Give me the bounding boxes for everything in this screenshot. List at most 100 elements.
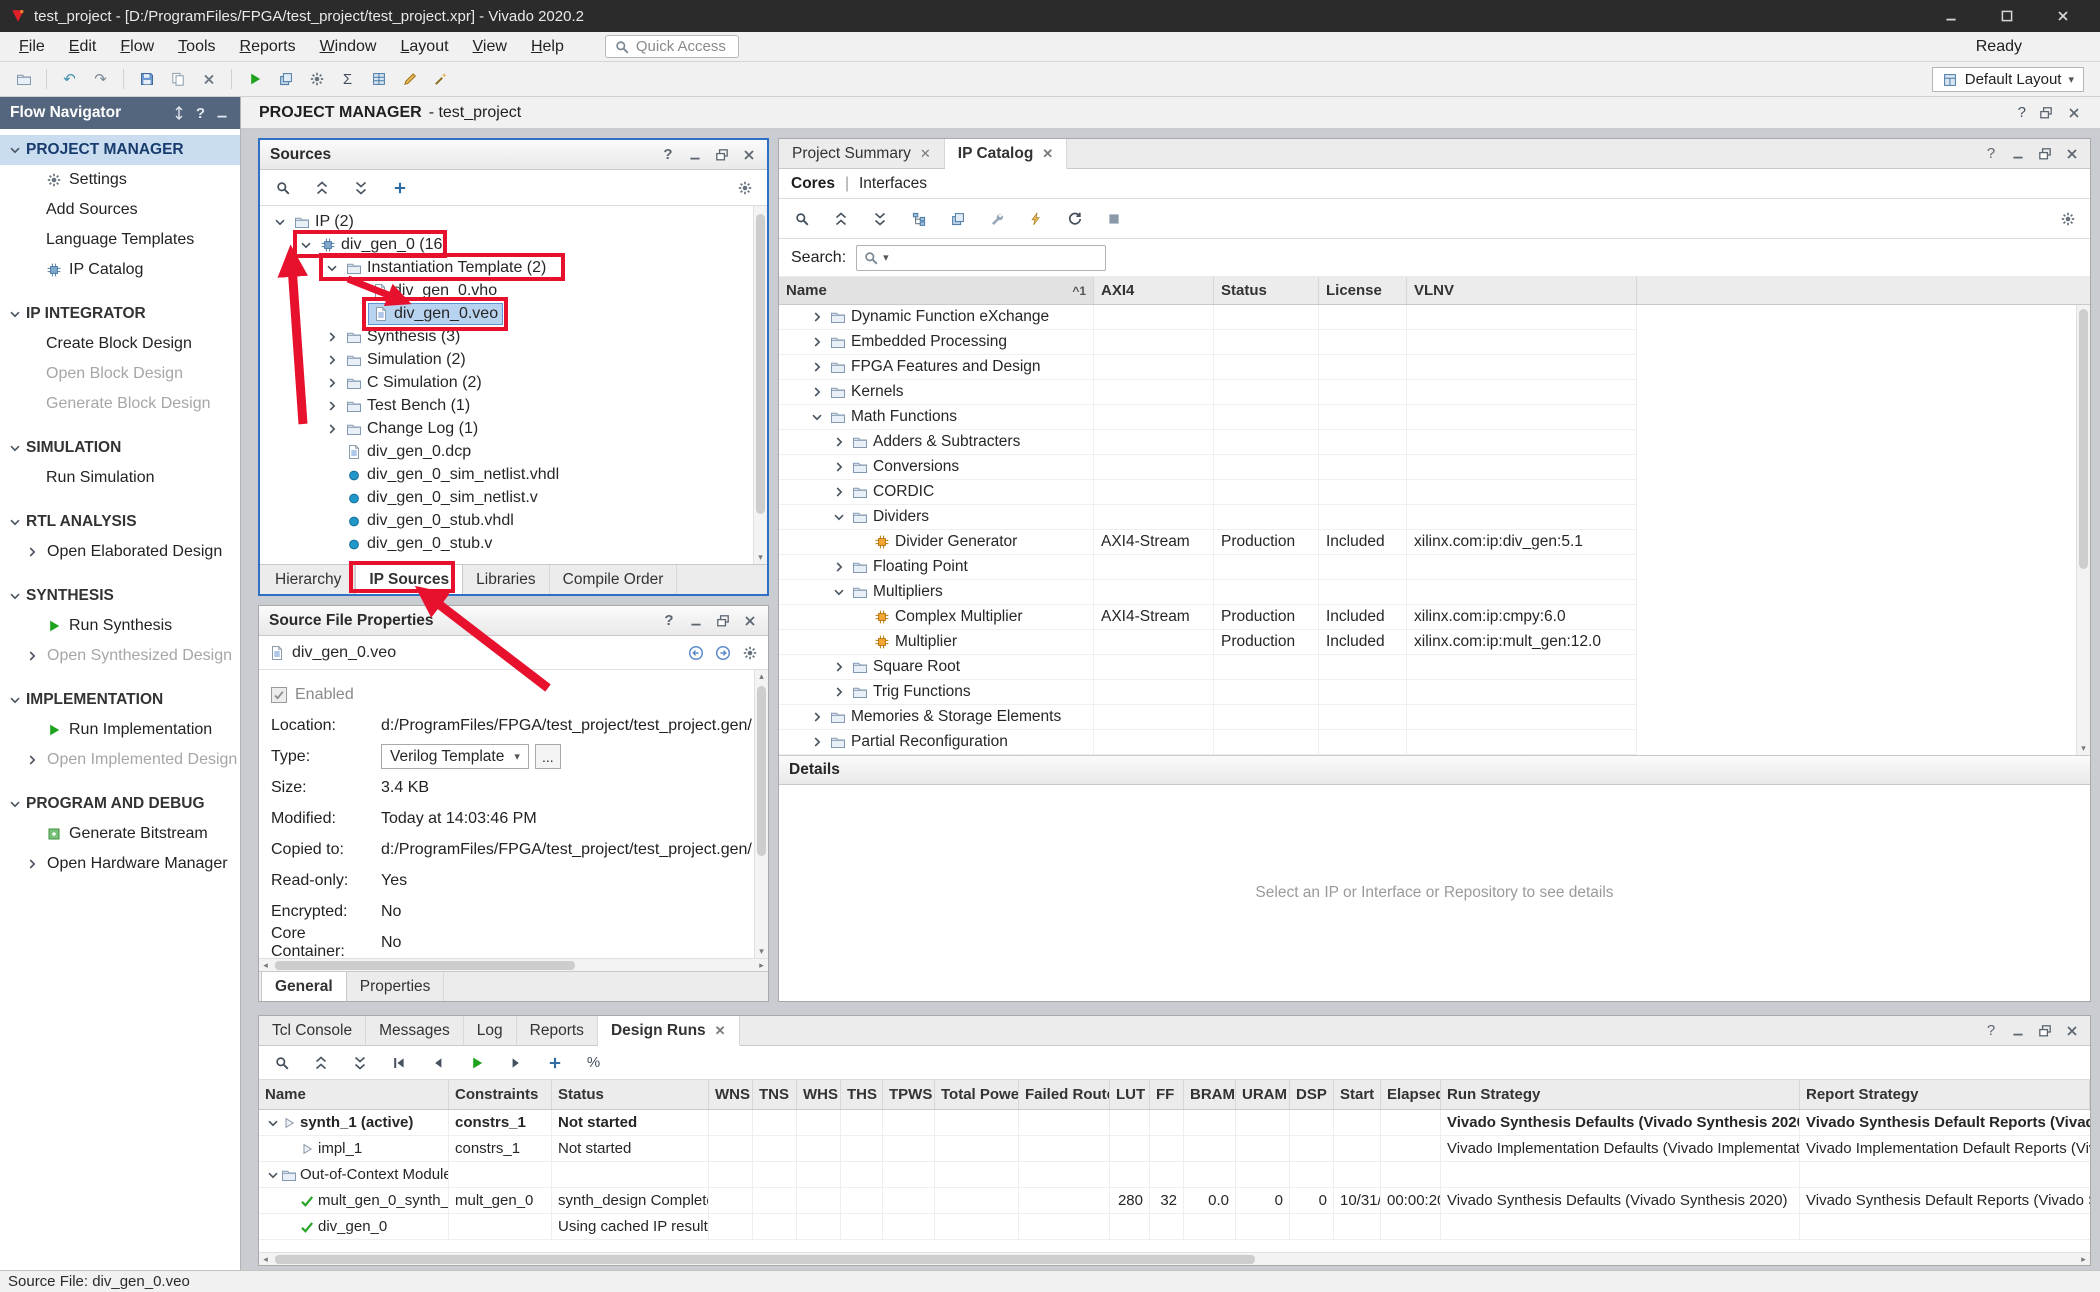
float-icon[interactable] bbox=[715, 613, 731, 629]
close-tab-icon[interactable]: ✕ bbox=[1042, 146, 1053, 162]
percent-icon[interactable]: % bbox=[580, 1049, 607, 1076]
column-header-ff[interactable]: FF bbox=[1150, 1080, 1184, 1109]
tree-item-simulation-2[interactable]: Simulation (2) bbox=[260, 348, 767, 371]
column-header-bram[interactable]: BRAM bbox=[1184, 1080, 1236, 1109]
column-header-name[interactable]: Name bbox=[259, 1080, 449, 1109]
run-row-impl-1[interactable]: impl_1constrs_1Not startedVivado Impleme… bbox=[259, 1136, 2090, 1162]
menu-window[interactable]: Window bbox=[309, 35, 388, 59]
scroll-left-icon[interactable]: ◂ bbox=[259, 959, 272, 972]
flow-item-run-synthesis[interactable]: Run Synthesis bbox=[0, 611, 240, 641]
report-icon[interactable] bbox=[365, 66, 392, 93]
close-icon[interactable] bbox=[2064, 146, 2080, 162]
menu-edit[interactable]: Edit bbox=[58, 35, 108, 59]
menu-view[interactable]: View bbox=[462, 35, 518, 59]
view-tab-cores[interactable]: Cores bbox=[791, 175, 835, 193]
scroll-right-icon[interactable]: ▸ bbox=[755, 959, 768, 972]
run-row-div-gen-0[interactable]: div_gen_0Using cached IP results bbox=[259, 1214, 2090, 1240]
quick-access-search[interactable]: Quick Access bbox=[605, 35, 739, 58]
catalog-item-square-root[interactable]: Square Root bbox=[779, 655, 1637, 680]
chevron-down-icon[interactable] bbox=[809, 409, 825, 425]
run-icon[interactable] bbox=[241, 66, 268, 93]
tree-item-ip-2[interactable]: IP (2) bbox=[260, 210, 767, 233]
expand-collapse-icon[interactable] bbox=[171, 105, 187, 121]
scroll-up-icon[interactable]: ▴ bbox=[755, 670, 768, 683]
column-header-status[interactable]: Status bbox=[552, 1080, 709, 1109]
column-header-vlnv[interactable]: VLNV bbox=[1407, 277, 1637, 304]
chevron-right-icon[interactable] bbox=[809, 384, 825, 400]
properties-icon[interactable] bbox=[983, 205, 1010, 232]
chevron-right-icon[interactable] bbox=[324, 352, 340, 368]
help-icon[interactable]: ? bbox=[661, 613, 677, 629]
float-icon[interactable] bbox=[714, 147, 730, 163]
float-icon[interactable] bbox=[2037, 1023, 2053, 1039]
flow-item-run-simulation[interactable]: Run Simulation bbox=[0, 463, 240, 493]
scroll-right-icon[interactable]: ▸ bbox=[2077, 1253, 2090, 1266]
run-row-synth-1-active[interactable]: synth_1 (active)constrs_1Not startedViva… bbox=[259, 1110, 2090, 1136]
tree-item-div-gen-0-vho[interactable]: div_gen_0.vho bbox=[260, 279, 767, 302]
catalog-item-math-functions[interactable]: Math Functions bbox=[779, 405, 1637, 430]
catalog-item-divider-generator[interactable]: Divider GeneratorAXI4-StreamProductionIn… bbox=[779, 530, 1637, 555]
float-icon[interactable] bbox=[2037, 146, 2053, 162]
help-icon[interactable]: ? bbox=[1983, 146, 1999, 162]
scroll-left-icon[interactable]: ◂ bbox=[259, 1253, 272, 1266]
help-icon[interactable]: ? bbox=[2018, 105, 2026, 120]
catalog-vertical-scrollbar[interactable]: ▾ bbox=[2076, 305, 2090, 755]
add-icon[interactable] bbox=[541, 1049, 568, 1076]
column-header-status[interactable]: Status bbox=[1214, 277, 1319, 304]
minimize-button[interactable] bbox=[1942, 7, 1960, 25]
chevron-right-icon[interactable] bbox=[831, 459, 847, 475]
hierarchy-icon[interactable] bbox=[905, 205, 932, 232]
tab-design-runs[interactable]: Design Runs✕ bbox=[598, 1016, 740, 1046]
menu-layout[interactable]: Layout bbox=[389, 35, 459, 59]
scroll-down-icon[interactable]: ▾ bbox=[2077, 742, 2090, 755]
tab-tcl-console[interactable]: Tcl Console bbox=[259, 1016, 366, 1045]
expand-all-icon[interactable] bbox=[347, 174, 374, 201]
gear-icon[interactable] bbox=[742, 645, 758, 661]
go-to-start-icon[interactable] bbox=[385, 1049, 412, 1076]
chevron-right-icon[interactable] bbox=[809, 334, 825, 350]
back-icon[interactable] bbox=[688, 645, 704, 661]
chevron-right-icon[interactable] bbox=[831, 434, 847, 450]
collapse-all-icon[interactable] bbox=[827, 205, 854, 232]
details-icon[interactable] bbox=[1100, 205, 1127, 232]
sum-icon[interactable]: Σ bbox=[334, 66, 361, 93]
column-header-constraints[interactable]: Constraints bbox=[449, 1080, 552, 1109]
flow-item-create-block-design[interactable]: Create Block Design bbox=[0, 329, 240, 359]
catalog-item-embedded-processing[interactable]: Embedded Processing bbox=[779, 330, 1637, 355]
chevron-right-icon[interactable] bbox=[809, 709, 825, 725]
catalog-item-dividers[interactable]: Dividers bbox=[779, 505, 1637, 530]
minimize-icon[interactable] bbox=[2010, 146, 2026, 162]
minimize-icon[interactable] bbox=[688, 613, 704, 629]
column-header-wns[interactable]: WNS bbox=[709, 1080, 753, 1109]
close-icon[interactable] bbox=[2066, 105, 2082, 121]
redo-icon[interactable]: ↷ bbox=[87, 66, 114, 93]
flow-item-generate-bitstream[interactable]: Generate Bitstream bbox=[0, 819, 240, 849]
column-header-tpws[interactable]: TPWS bbox=[883, 1080, 935, 1109]
chevron-right-icon[interactable] bbox=[324, 421, 340, 437]
maximize-button[interactable] bbox=[1998, 7, 2016, 25]
run-icon[interactable] bbox=[463, 1049, 490, 1076]
flow-section-synthesis[interactable]: SYNTHESIS bbox=[0, 581, 240, 611]
properties-tab-properties[interactable]: Properties bbox=[347, 972, 445, 1001]
chevron-right-icon[interactable] bbox=[809, 734, 825, 750]
column-header-name[interactable]: Name^1 bbox=[779, 277, 1094, 304]
sources-tab-hierarchy[interactable]: Hierarchy bbox=[262, 565, 355, 594]
scroll-down-icon[interactable]: ▾ bbox=[754, 551, 767, 564]
flow-item-open-elaborated-design[interactable]: Open Elaborated Design bbox=[0, 537, 240, 567]
close-icon[interactable] bbox=[742, 613, 758, 629]
view-tab-interfaces[interactable]: Interfaces bbox=[859, 175, 927, 193]
gear-icon[interactable] bbox=[731, 174, 758, 201]
column-header-lut[interactable]: LUT bbox=[1110, 1080, 1150, 1109]
expand-all-icon[interactable] bbox=[866, 205, 893, 232]
refresh-icon[interactable] bbox=[1061, 205, 1088, 232]
add-repository-icon[interactable] bbox=[944, 205, 971, 232]
flow-section-implementation[interactable]: IMPLEMENTATION bbox=[0, 685, 240, 715]
sources-tab-compile-order[interactable]: Compile Order bbox=[550, 565, 678, 594]
column-header-report-strategy[interactable]: Report Strategy bbox=[1800, 1080, 2090, 1109]
column-header-total-power[interactable]: Total Power bbox=[935, 1080, 1019, 1109]
menu-file[interactable]: File bbox=[8, 35, 56, 59]
step-back-icon[interactable] bbox=[424, 1049, 451, 1076]
column-header-axi4[interactable]: AXI4 bbox=[1094, 277, 1214, 304]
open-icon[interactable] bbox=[10, 66, 37, 93]
catalog-item-cordic[interactable]: CORDIC bbox=[779, 480, 1637, 505]
